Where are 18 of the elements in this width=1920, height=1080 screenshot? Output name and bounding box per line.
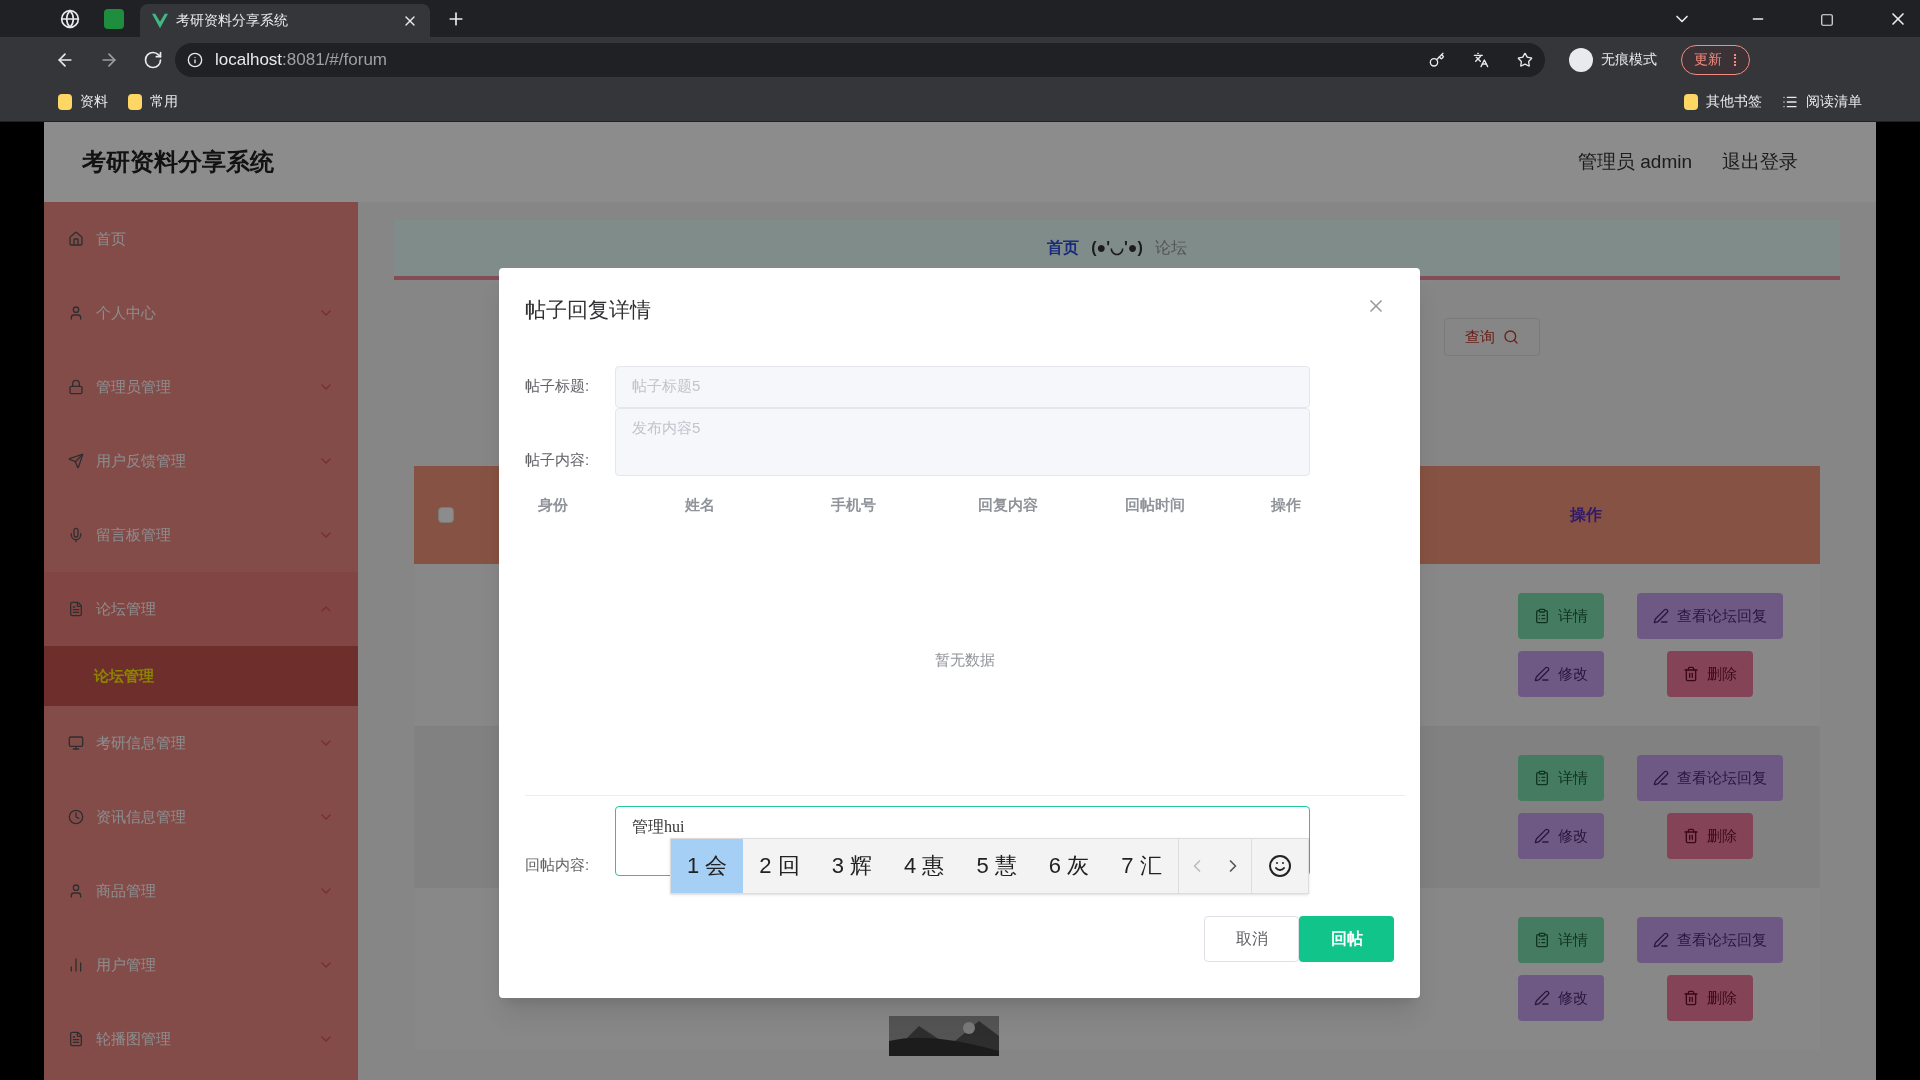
breadcrumb-item: 论坛	[1154, 238, 1187, 258]
tab-title: 考研资料分享系统	[176, 11, 289, 30]
column-header: 操作	[1270, 495, 1303, 516]
column-header: 回复内容	[977, 495, 1039, 516]
column-header: 身份	[537, 495, 569, 516]
field-label: 帖子标题:	[525, 376, 591, 397]
column-header: 回帖时间	[1123, 495, 1186, 516]
breadcrumb-item: (●'◡'●)	[1091, 238, 1143, 258]
dialog-title: 帖子回复详情	[525, 297, 651, 323]
app-title: 考研资料分享系统	[82, 147, 274, 177]
url-text: localhost:8081/#/forum	[215, 48, 387, 71]
column-header: 手机号	[830, 495, 878, 516]
column-header: 操作	[1568, 505, 1603, 525]
empty-text: 暂无数据	[935, 649, 995, 670]
field-label: 回帖内容:	[525, 854, 591, 875]
column-header: 姓名	[683, 495, 716, 516]
field-label: 帖子内容:	[525, 450, 591, 470]
user-label: 管理员 admin	[1577, 149, 1692, 174]
